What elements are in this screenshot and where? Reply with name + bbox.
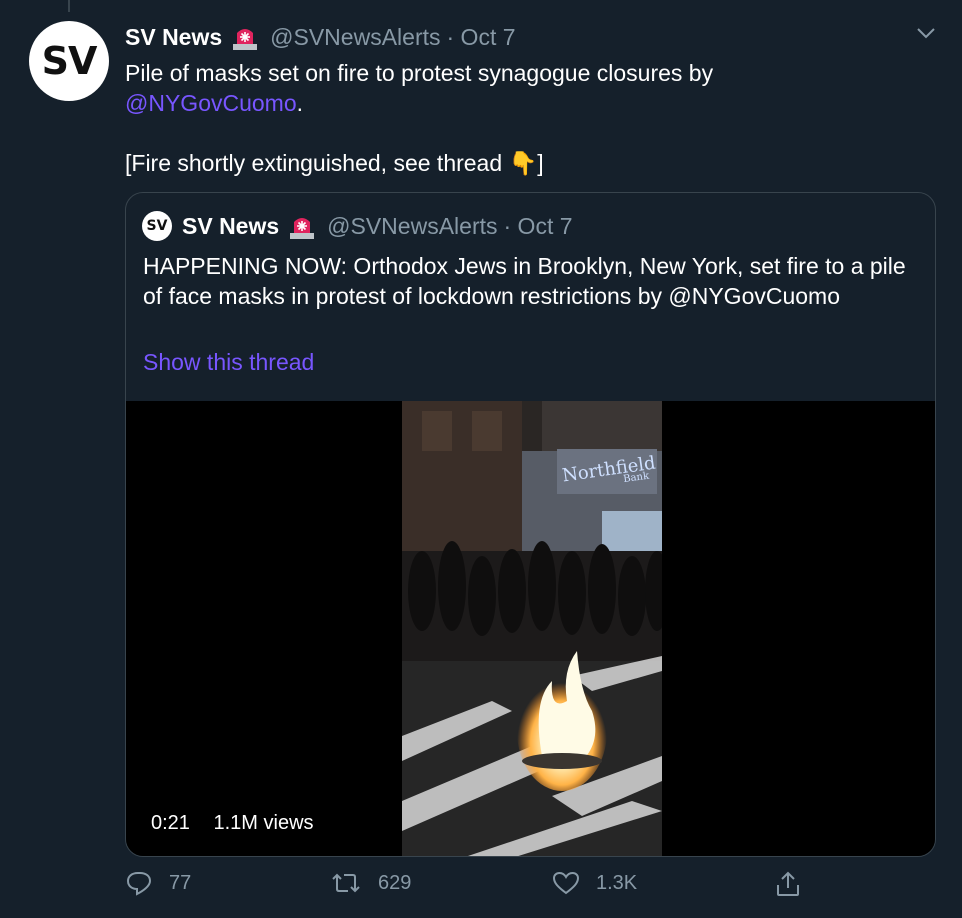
siren-emoji-icon (287, 212, 317, 240)
tweet-body: Pile of masks set on fire to protest syn… (125, 58, 925, 178)
chevron-down-icon[interactable] (916, 26, 936, 45)
quoted-tweet-card[interactable]: SV SV News @SVNewsAlerts · Oct 7 HAPPENI… (125, 192, 936, 857)
siren-emoji-icon (230, 23, 260, 51)
like-count: 1.3K (596, 871, 638, 894)
avatar[interactable]: SV (29, 21, 109, 101)
tweet-text-line-end: ] (537, 150, 544, 176)
reply-icon (126, 872, 152, 896)
video-duration: 0:21 (151, 812, 190, 834)
quoted-avatar: SV (142, 211, 172, 241)
video-thumbnail: Northfield Bank (402, 401, 662, 856)
quoted-author-handle: @SVNewsAlerts (327, 212, 498, 239)
author-name[interactable]: SV News (125, 24, 222, 51)
author-handle[interactable]: @SVNewsAlerts (270, 24, 440, 51)
like-button[interactable]: 1.3K (552, 870, 637, 896)
share-button[interactable] (775, 870, 817, 898)
video-player[interactable]: Northfield Bank 0:21 1.1M views (126, 401, 935, 856)
tweet-date[interactable]: · Oct 7 (447, 24, 516, 51)
quoted-author-name: SV News (182, 212, 280, 239)
share-icon (777, 871, 799, 896)
tweet-text-line: Pile of masks set on fire to protest syn… (125, 60, 714, 86)
video-meta: 0:21 1.1M views (151, 812, 332, 835)
avatar-logo-text: SV (41, 39, 98, 83)
thread-connector-line (68, 0, 70, 12)
quoted-tweet-date: · Oct 7 (503, 212, 573, 239)
retweet-icon (332, 873, 360, 893)
pointing-down-emoji-icon: 👇 (508, 150, 538, 176)
quoted-tweet-text: HAPPENING NOW: Orthodox Jews in Brooklyn… (143, 253, 906, 309)
video-views: 1.1M views (213, 812, 314, 834)
tweet-text-line: [Fire shortly extinguished, see thread (125, 150, 509, 176)
mention-suffix: . (296, 90, 304, 116)
reply-count: 77 (169, 871, 192, 894)
reply-button[interactable]: 77 (125, 870, 191, 896)
retweet-count: 629 (378, 871, 412, 894)
show-thread-link[interactable]: Show this thread (143, 349, 314, 376)
tweet-actions: 77 629 1.3K (125, 870, 815, 910)
retweet-button[interactable]: 629 (330, 870, 411, 896)
heart-icon (552, 871, 580, 895)
quoted-tweet-header: SV SV News @SVNewsAlerts · Oct 7 (142, 211, 573, 241)
tweet-header: SV News @SVNewsAlerts · Oct 7 (125, 22, 516, 52)
quoted-avatar-logo-text: SV (146, 218, 168, 234)
mention-link[interactable]: @NYGovCuomo (125, 90, 297, 116)
